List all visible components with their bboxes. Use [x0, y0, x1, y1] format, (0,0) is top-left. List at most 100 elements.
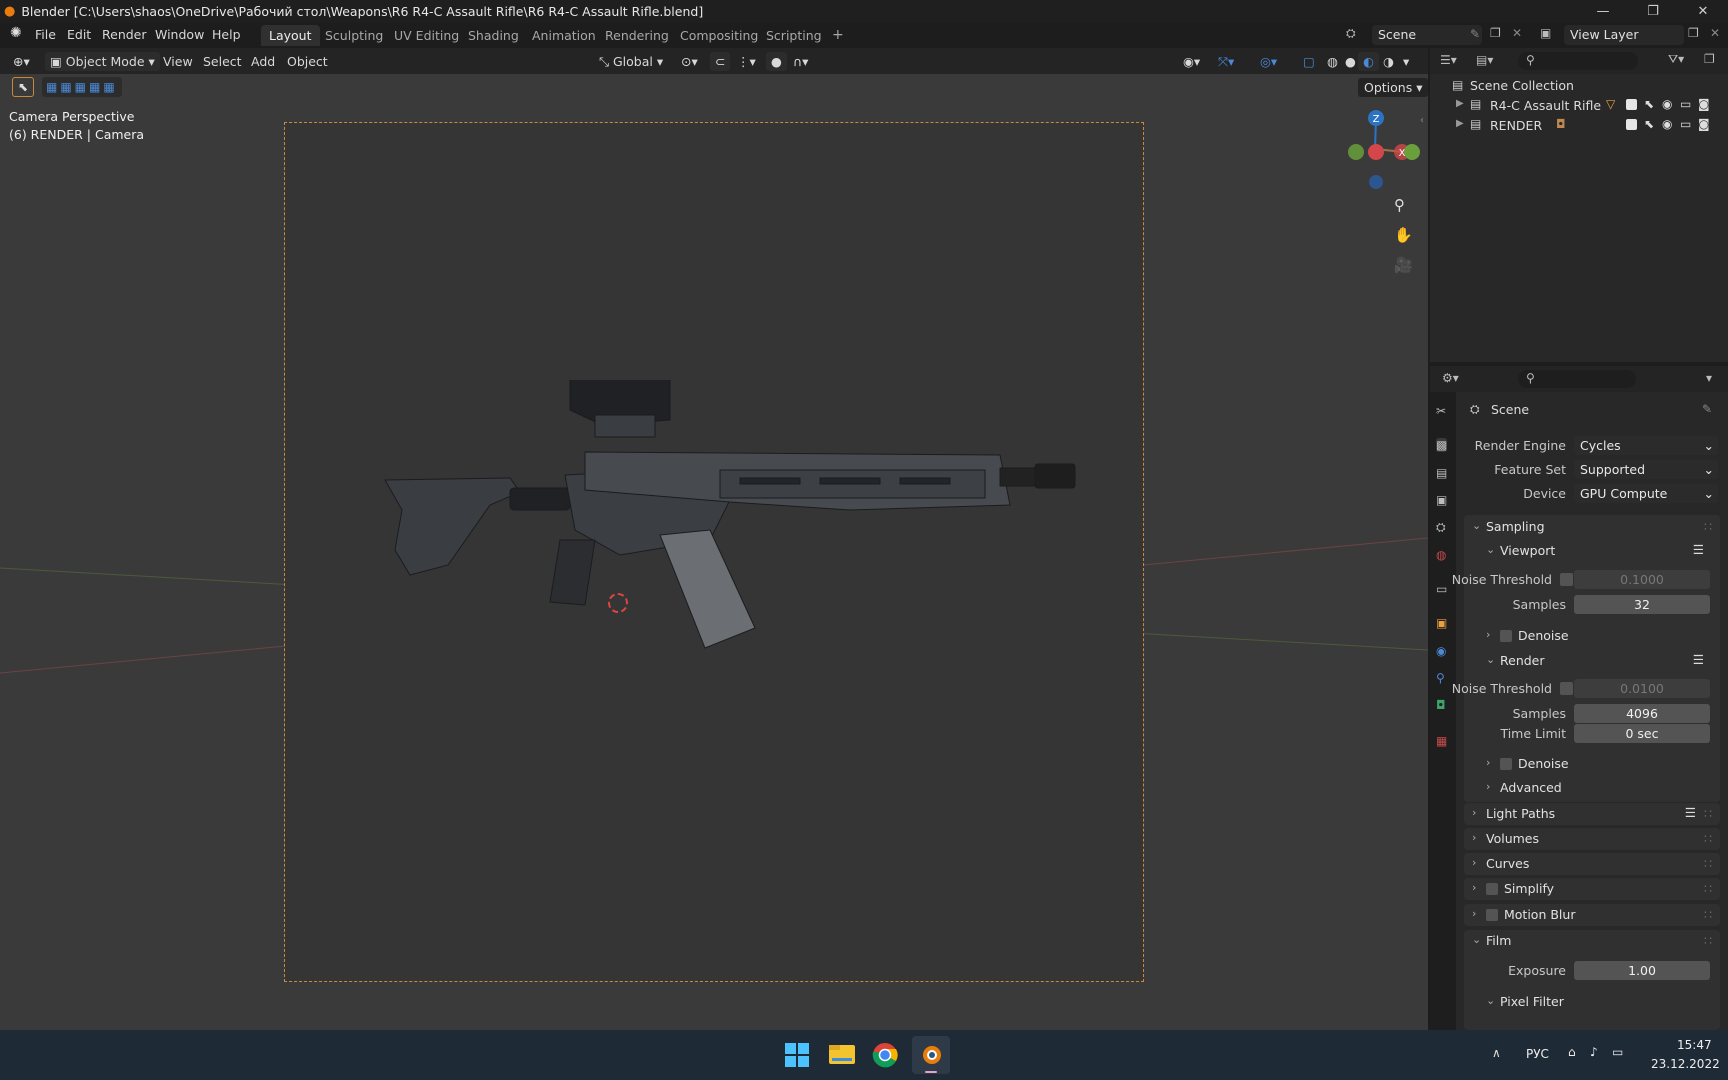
sidebar-toggle-icon[interactable]: ‹ [1420, 115, 1424, 126]
rendered-shading-icon[interactable]: ◑ [1378, 52, 1399, 71]
menu-view[interactable]: View [158, 52, 198, 71]
drag-handle-icon[interactable]: ∷ [1704, 831, 1712, 846]
eye-icon[interactable]: ◉ [1662, 97, 1672, 111]
eye-icon[interactable]: ◉ [1662, 117, 1672, 131]
shading-options-icon[interactable]: ▾ [1398, 52, 1414, 71]
pan-hand-icon[interactable]: ✋ [1394, 226, 1413, 244]
exposure-field[interactable]: 1.00 [1574, 961, 1710, 980]
drag-handle-icon[interactable]: ∷ [1704, 519, 1712, 534]
file-explorer-icon[interactable] [828, 1042, 856, 1066]
simplify-panel-header[interactable]: › Simplify ∷ [1466, 878, 1718, 900]
light-paths-panel-header[interactable]: › Light Paths ☰ ∷ [1466, 803, 1718, 825]
editor-type-icon[interactable]: ⊕▾ [8, 52, 35, 71]
feature-set-select[interactable]: Supported ⌄ [1574, 460, 1718, 479]
texture-tab-icon[interactable]: ▦ [1436, 734, 1447, 748]
noise-threshold-checkbox[interactable] [1560, 682, 1573, 695]
viewport-display-icon[interactable]: ▭ [1680, 117, 1691, 131]
navigation-gizmo[interactable]: Z X [1330, 104, 1420, 194]
language-indicator[interactable]: РУС [1526, 1047, 1549, 1061]
tab-animation[interactable]: Animation [524, 25, 604, 46]
include-checkbox[interactable] [1626, 99, 1637, 110]
camera-view-icon[interactable]: 🎥 [1394, 256, 1413, 274]
overlay-toggle-icon[interactable]: ◎▾ [1255, 52, 1282, 71]
drag-handle-icon[interactable]: ∷ [1704, 907, 1712, 922]
falloff-icon[interactable]: ∩▾ [788, 52, 813, 71]
view-layer-selector[interactable]: View Layer [1564, 25, 1684, 45]
drag-handle-icon[interactable]: ∷ [1704, 856, 1712, 871]
render-tab-icon[interactable]: ▩ [1436, 438, 1448, 452]
menu-edit[interactable]: Edit [67, 27, 91, 42]
sampling-panel-header[interactable]: ⌄ Sampling ∷ [1466, 516, 1718, 538]
constraints-tab-icon[interactable]: ⚲ [1436, 671, 1445, 685]
selectable-icon[interactable]: ⬉ [1644, 97, 1654, 111]
world-tab-icon[interactable]: ◍ [1436, 548, 1446, 562]
new-collection-icon[interactable]: ❐ [1704, 52, 1715, 66]
motion-blur-checkbox[interactable] [1486, 909, 1498, 921]
advanced-subpanel[interactable]: › Advanced [1480, 777, 1718, 799]
clock-time[interactable]: 15:47 [1677, 1038, 1712, 1052]
tab-scripting[interactable]: Scripting [758, 25, 830, 46]
3d-cursor-icon[interactable] [608, 593, 628, 613]
menu-help[interactable]: Help [212, 27, 241, 42]
menu-window[interactable]: Window [155, 27, 204, 42]
menu-render[interactable]: Render [102, 27, 147, 42]
xray-icon[interactable]: ▢ [1298, 52, 1320, 71]
select-mode-box-icons[interactable]: ▦▦▦▦▦ [42, 77, 122, 97]
blender-taskbar-icon[interactable] [912, 1036, 950, 1074]
curves-panel-header[interactable]: › Curves ∷ [1466, 853, 1718, 875]
chrome-icon[interactable] [872, 1042, 898, 1068]
outliner-row[interactable]: ▶ ▤ R4-C Assault Rifle ▽ ⬉ ◉ ▭ ◙ [1430, 96, 1728, 116]
snap-toggle-icon[interactable]: ⊂ [710, 52, 731, 71]
windows-start-icon[interactable] [784, 1042, 810, 1068]
rifle-model[interactable] [370, 380, 1110, 740]
clock-date[interactable]: 23.12.2022 [1651, 1057, 1720, 1071]
selectable-icon[interactable]: ⬉ [1644, 117, 1654, 131]
viewport-noise-threshold-field[interactable]: 0.1000 [1574, 570, 1710, 589]
scene-selector[interactable]: Scene [1372, 25, 1482, 45]
volume-icon[interactable]: ♪ [1590, 1045, 1598, 1059]
viewport-display-icon[interactable]: ▭ [1680, 97, 1691, 111]
render-denoise-subpanel[interactable]: › Denoise [1480, 753, 1718, 775]
pivot-point-icon[interactable]: ⊙▾ [676, 52, 703, 71]
simplify-checkbox[interactable] [1486, 883, 1498, 895]
tab-shading[interactable]: Shading [460, 25, 527, 46]
maximize-button[interactable]: ❐ [1628, 0, 1678, 23]
view-layer-tab-icon[interactable]: ▣ [1436, 493, 1447, 507]
mode-selector[interactable]: ▣ Object Mode ▾ [45, 52, 160, 71]
viewport-denoise-subpanel[interactable]: › Denoise [1480, 625, 1718, 647]
render-subpanel-header[interactable]: ⌄ Render ☰ [1480, 650, 1718, 672]
blender-menu-icon[interactable]: ✺ [10, 25, 22, 41]
tab-compositing[interactable]: Compositing [672, 25, 766, 46]
menu-select[interactable]: Select [198, 52, 247, 71]
properties-editor-type-icon[interactable]: ⚙▾ [1442, 371, 1459, 385]
list-presets-icon[interactable]: ☰ [1693, 542, 1704, 557]
expand-chevron-icon[interactable]: ▶ [1456, 118, 1464, 129]
select-tool-icon[interactable]: ⬉ [12, 77, 34, 97]
scene-icon[interactable]: ⛭ [1346, 26, 1356, 41]
tab-sculpting[interactable]: Sculpting [317, 25, 391, 46]
material-shading-icon[interactable]: ◐ [1358, 52, 1379, 71]
delete-view-layer-icon[interactable]: ✕ [1710, 26, 1720, 40]
denoise-checkbox[interactable] [1500, 758, 1512, 770]
outliner-search-input[interactable]: ⚲ [1518, 52, 1638, 70]
drag-handle-icon[interactable]: ∷ [1704, 933, 1712, 948]
tab-rendering[interactable]: Rendering [597, 25, 677, 46]
denoise-checkbox[interactable] [1500, 630, 1512, 642]
minimize-button[interactable]: — [1578, 0, 1628, 23]
new-view-layer-icon[interactable]: ❐ [1688, 26, 1699, 40]
drag-handle-icon[interactable]: ∷ [1704, 881, 1712, 896]
drag-handle-icon[interactable]: ∷ [1704, 806, 1712, 821]
volumes-panel-header[interactable]: › Volumes ∷ [1466, 828, 1718, 850]
filter-icon[interactable]: ⛛▾ [1668, 52, 1684, 67]
include-checkbox[interactable] [1626, 119, 1637, 130]
data-tab-icon[interactable]: ◘ [1436, 698, 1446, 712]
battery-icon[interactable]: ▭ [1612, 1045, 1623, 1059]
render-samples-field[interactable]: 4096 [1574, 704, 1710, 723]
menu-add[interactable]: Add [246, 52, 280, 71]
scene-tab-icon[interactable]: ⛭ [1436, 520, 1446, 535]
tab-uv-editing[interactable]: UV Editing [386, 25, 467, 46]
object-tab-icon[interactable]: ▣ [1436, 616, 1447, 630]
add-workspace-button[interactable]: + [824, 25, 852, 46]
expand-chevron-icon[interactable]: ▶ [1456, 98, 1464, 109]
viewport-subpanel-header[interactable]: ⌄ Viewport ☰ [1480, 540, 1718, 562]
